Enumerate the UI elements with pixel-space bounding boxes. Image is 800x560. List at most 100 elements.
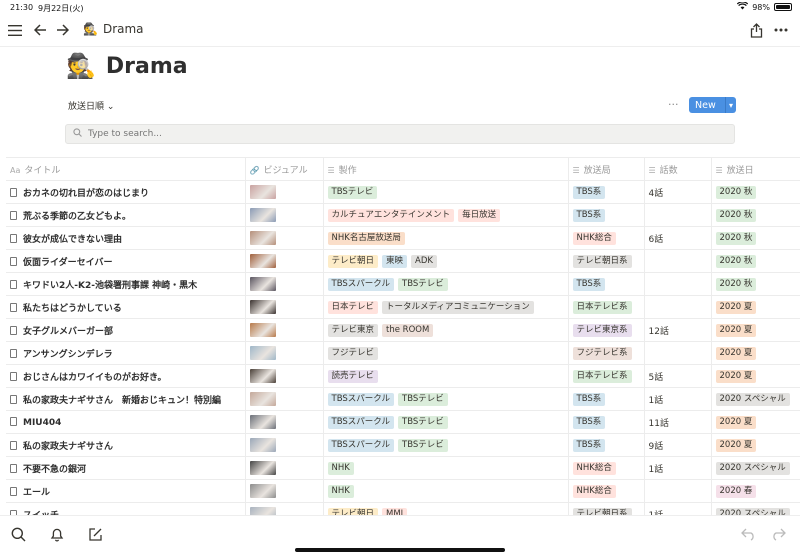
- cell-title[interactable]: キワドい2人-K2-池袋署刑事課 神崎・黒木: [6, 272, 246, 296]
- cell-station[interactable]: NHK総合: [568, 456, 645, 480]
- cell-producer[interactable]: TBSスパークル TBSテレビ: [323, 410, 569, 434]
- cell-title[interactable]: 私の家政夫ナギサさん 新婚おじキュン！特別編: [6, 387, 246, 411]
- cell-title[interactable]: 彼女が成仏できない理由: [6, 226, 246, 250]
- cell-producer[interactable]: TBSスパークル TBSテレビ: [323, 387, 569, 411]
- cell-airdate[interactable]: 2020 秋: [711, 226, 800, 250]
- cell-airdate[interactable]: 2020 スペシャル: [711, 456, 800, 480]
- compose-icon[interactable]: [85, 524, 105, 544]
- thumbnail-image[interactable]: [249, 300, 276, 314]
- cell-visual[interactable]: [245, 387, 324, 411]
- cell-visual[interactable]: [245, 433, 324, 457]
- thumbnail-image[interactable]: [249, 461, 276, 475]
- cell-producer[interactable]: TBSスパークル TBSテレビ: [323, 433, 569, 457]
- cell-airdate[interactable]: 2020 夏: [711, 295, 800, 319]
- cell-title[interactable]: エール: [6, 479, 246, 503]
- cell-visual[interactable]: [245, 410, 324, 434]
- cell-visual[interactable]: [245, 272, 324, 296]
- cell-station[interactable]: TBS系: [568, 203, 645, 227]
- breadcrumb[interactable]: 🕵 Drama: [83, 22, 144, 36]
- column-header-airdate[interactable]: ☰ 放送日: [711, 157, 800, 181]
- more-icon[interactable]: [771, 20, 791, 40]
- cell-station[interactable]: テレビ朝日系: [568, 249, 645, 273]
- cell-airdate[interactable]: 2020 スペシャル: [711, 387, 800, 411]
- cell-station[interactable]: TBS系: [568, 180, 645, 204]
- table-row[interactable]: 私たちはどうかしている 日本テレビ トータルメディアコミュニケーション 日本テレビ系 2…: [6, 295, 800, 319]
- bell-icon[interactable]: [47, 524, 67, 544]
- undo-icon[interactable]: [738, 524, 758, 544]
- cell-visual[interactable]: [245, 318, 324, 342]
- redo-icon[interactable]: [768, 524, 788, 544]
- table-row[interactable]: エール NHK NHK総合 2020 春: [6, 479, 800, 503]
- cell-visual[interactable]: [245, 295, 324, 319]
- cell-episodes[interactable]: 1話: [644, 456, 712, 480]
- table-row[interactable]: 仮面ライダーセイバー テレビ朝日 東映 ADK テレビ朝日系 2020 秋: [6, 249, 800, 273]
- cell-episodes[interactable]: 5話: [644, 364, 712, 388]
- cell-producer[interactable]: 読売テレビ: [323, 364, 569, 388]
- thumbnail-image[interactable]: [249, 185, 276, 199]
- cell-visual[interactable]: [245, 479, 324, 503]
- cell-airdate[interactable]: 2020 秋: [711, 203, 800, 227]
- table-row[interactable]: おじさんはカワイイものがお好き。 読売テレビ 日本テレビ系 5話 2020 夏: [6, 364, 800, 388]
- cell-episodes[interactable]: 11話: [644, 410, 712, 434]
- cell-producer[interactable]: フジテレビ: [323, 341, 569, 365]
- cell-visual[interactable]: [245, 203, 324, 227]
- cell-station[interactable]: NHK総合: [568, 226, 645, 250]
- cell-title[interactable]: 不要不急の銀河: [6, 456, 246, 480]
- cell-producer[interactable]: テレビ東京 the ROOM: [323, 318, 569, 342]
- cell-visual[interactable]: [245, 226, 324, 250]
- column-header-title[interactable]: Aa タイトル: [6, 157, 246, 181]
- cell-episodes[interactable]: 4話: [644, 180, 712, 204]
- chevron-down-icon[interactable]: ▾: [726, 101, 736, 110]
- cell-station[interactable]: NHK総合: [568, 479, 645, 503]
- search-input[interactable]: [86, 128, 690, 140]
- cell-episodes[interactable]: [644, 249, 712, 273]
- cell-station[interactable]: TBS系: [568, 410, 645, 434]
- cell-episodes[interactable]: 1話: [644, 387, 712, 411]
- sort-view-button[interactable]: 放送日順 ⌄: [68, 99, 114, 112]
- cell-station[interactable]: 日本テレビ系: [568, 295, 645, 319]
- cell-producer[interactable]: TBSスパークル TBSテレビ: [323, 272, 569, 296]
- cell-airdate[interactable]: 2020 夏: [711, 318, 800, 342]
- cell-title[interactable]: 女子グルメバーガー部: [6, 318, 246, 342]
- thumbnail-image[interactable]: [249, 254, 276, 268]
- table-row[interactable]: 私の家政夫ナギサさん TBSスパークル TBSテレビ TBS系 9話 2020 夏: [6, 433, 800, 457]
- column-header-producer[interactable]: ☰ 製作: [323, 157, 569, 181]
- cell-airdate[interactable]: 2020 夏: [711, 433, 800, 457]
- cell-title[interactable]: 私たちはどうかしている: [6, 295, 246, 319]
- table-row[interactable]: 女子グルメバーガー部 テレビ東京 the ROOM テレビ東京系 12話 2020 夏: [6, 318, 800, 342]
- cell-title[interactable]: おじさんはカワイイものがお好き。: [6, 364, 246, 388]
- cell-producer[interactable]: NHK: [323, 479, 569, 503]
- menu-icon[interactable]: [5, 20, 25, 40]
- cell-station[interactable]: フジテレビ系: [568, 341, 645, 365]
- cell-visual[interactable]: [245, 364, 324, 388]
- cell-visual[interactable]: [245, 456, 324, 480]
- table-row[interactable]: 不要不急の銀河 NHK NHK総合 1話 2020 スペシャル: [6, 456, 800, 480]
- thumbnail-image[interactable]: [249, 369, 276, 383]
- cell-producer[interactable]: NHK名古屋放送局: [323, 226, 569, 250]
- cell-station[interactable]: TBS系: [568, 272, 645, 296]
- cell-episodes[interactable]: [644, 341, 712, 365]
- cell-producer[interactable]: カルチュアエンタテインメント 毎日放送: [323, 203, 569, 227]
- cell-airdate[interactable]: 2020 夏: [711, 364, 800, 388]
- cell-title[interactable]: 私の家政夫ナギサさん: [6, 433, 246, 457]
- column-header-visual[interactable]: 🔗 ビジュアル: [245, 157, 324, 181]
- cell-airdate[interactable]: 2020 春: [711, 479, 800, 503]
- cell-airdate[interactable]: 2020 夏: [711, 341, 800, 365]
- forward-arrow-icon[interactable]: [52, 20, 72, 40]
- view-options-icon[interactable]: ···: [668, 98, 679, 111]
- table-row[interactable]: アンサングシンデレラ フジテレビ フジテレビ系 2020 夏: [6, 341, 800, 365]
- table-row[interactable]: 荒ぶる季節の乙女どもよ。 カルチュアエンタテインメント 毎日放送 TBS系 2020 秋: [6, 203, 800, 227]
- cell-producer[interactable]: TBSテレビ: [323, 180, 569, 204]
- thumbnail-image[interactable]: [249, 415, 276, 429]
- cell-airdate[interactable]: 2020 秋: [711, 180, 800, 204]
- cell-title[interactable]: おカネの切れ目が恋のはじまり: [6, 180, 246, 204]
- column-header-station[interactable]: ☰ 放送局: [568, 157, 645, 181]
- table-row[interactable]: おカネの切れ目が恋のはじまり TBSテレビ TBS系 4話 2020 秋: [6, 180, 800, 204]
- cell-airdate[interactable]: 2020 秋: [711, 272, 800, 296]
- thumbnail-image[interactable]: [249, 323, 276, 337]
- cell-station[interactable]: TBS系: [568, 433, 645, 457]
- cell-station[interactable]: テレビ東京系: [568, 318, 645, 342]
- cell-visual[interactable]: [245, 249, 324, 273]
- cell-episodes[interactable]: [644, 272, 712, 296]
- table-row[interactable]: キワドい2人-K2-池袋署刑事課 神崎・黒木 TBSスパークル TBSテレビ TBS系…: [6, 272, 800, 296]
